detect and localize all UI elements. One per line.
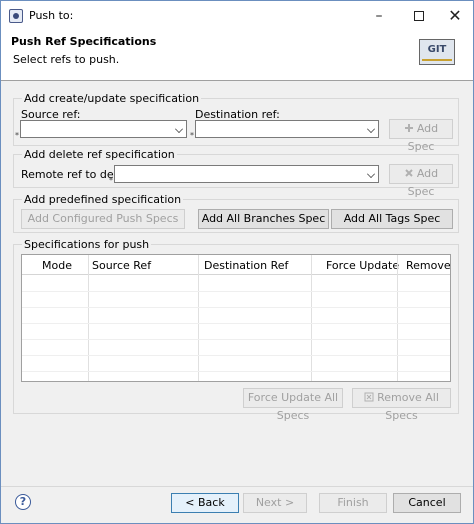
wizard-banner: Push Ref Specifications Select refs to p… [1, 31, 473, 81]
column-force-update[interactable]: Force Update [326, 259, 399, 272]
remote-ref-combo[interactable] [114, 165, 379, 183]
add-all-branches-spec-button[interactable]: Add All Branches Spec [198, 209, 329, 229]
required-marker: * [190, 131, 194, 140]
required-marker: * [109, 176, 113, 185]
column-remove[interactable]: Remove [406, 259, 450, 272]
page-title: Push Ref Specifications [11, 35, 157, 48]
chevron-down-icon [175, 125, 183, 133]
row-divider [22, 307, 450, 308]
minimize-button[interactable]: – [359, 1, 399, 31]
next-button[interactable]: Next > [243, 493, 307, 513]
column-mode[interactable]: Mode [42, 259, 72, 272]
back-button[interactable]: < Back [171, 493, 239, 513]
cancel-button[interactable]: Cancel [393, 493, 461, 513]
page-subtitle: Select refs to push. [13, 53, 120, 66]
row-divider [22, 355, 450, 356]
column-divider [198, 255, 199, 381]
destination-ref-combo[interactable] [195, 120, 379, 138]
chevron-down-icon [367, 125, 375, 133]
maximize-icon [414, 11, 424, 21]
finish-button[interactable]: Finish [319, 493, 387, 513]
delete-spec-title: Add delete ref specification [22, 148, 177, 161]
source-ref-combo[interactable] [20, 120, 187, 138]
row-divider [22, 371, 450, 372]
row-divider [22, 323, 450, 324]
chevron-down-icon [367, 170, 375, 178]
table-header: Mode Source Ref Destination Ref Force Up… [22, 255, 450, 275]
add-configured-push-specs-button[interactable]: Add Configured Push Specs [21, 209, 185, 229]
footer-divider [1, 486, 473, 487]
help-icon[interactable]: ? [15, 494, 31, 510]
column-destination-ref[interactable]: Destination Ref [204, 259, 288, 272]
row-divider [22, 291, 450, 292]
push-dialog: Push to: – ✕ Push Ref Specifications Sel… [0, 0, 474, 524]
push-specs-table[interactable]: Mode Source Ref Destination Ref Force Up… [21, 254, 451, 382]
force-update-all-specs-button[interactable]: Force Update All Specs [243, 388, 343, 422]
column-divider [397, 255, 398, 381]
column-divider [88, 255, 89, 381]
add-delete-spec-button[interactable]: Add Spec [389, 164, 453, 198]
create-spec-title: Add create/update specification [22, 92, 202, 105]
eclipse-icon [9, 9, 23, 23]
add-icon [404, 121, 414, 132]
remove-icon [364, 390, 374, 402]
close-button[interactable]: ✕ [435, 1, 474, 31]
title-bar: Push to: – ✕ [1, 1, 473, 31]
add-all-tags-spec-button[interactable]: Add All Tags Spec [331, 209, 453, 229]
predefined-spec-title: Add predefined specification [22, 193, 184, 206]
maximize-button[interactable] [399, 1, 439, 31]
add-create-spec-button[interactable]: Add Spec [389, 119, 453, 153]
push-specs-title: Specifications for push [22, 238, 152, 251]
column-source-ref[interactable]: Source Ref [92, 259, 151, 272]
column-divider [311, 255, 312, 381]
required-marker: * [15, 131, 19, 140]
remove-all-specs-button[interactable]: Remove All Specs [352, 388, 451, 422]
row-divider [22, 339, 450, 340]
delete-icon [404, 166, 414, 177]
window-title: Push to: [29, 9, 74, 22]
git-logo-icon: GIT [419, 39, 455, 65]
